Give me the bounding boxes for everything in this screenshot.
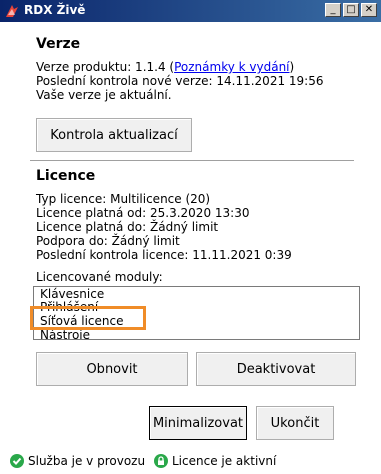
license-type: Typ licence: Multilicence (20) <box>36 192 211 206</box>
version-status: Vaše verze je aktuální. <box>36 88 172 102</box>
content-panel: Verze Verze produktu: 1.1.4 (Poznámky k … <box>0 22 381 474</box>
license-valid-from: Licence platná od: 25.3.2020 13:30 <box>36 206 250 220</box>
minimize-app-button[interactable]: Minimalizovat <box>149 406 247 440</box>
support-to: Podpora do: Žádný limit <box>36 234 180 248</box>
service-status: Služba je v provozu <box>10 454 145 468</box>
product-version-prefix: Verze produktu: 1.1.4 ( <box>36 60 175 74</box>
minimize-window-button[interactable]: _ <box>325 3 341 17</box>
license-heading: Licence <box>36 168 96 184</box>
check-updates-button[interactable]: Kontrola aktualizací <box>36 118 192 152</box>
product-version-suffix: ) <box>289 60 295 74</box>
product-version: Verze produktu: 1.1.4 (Poznámky k vydání… <box>36 60 294 74</box>
refresh-button[interactable]: Obnovit <box>36 352 188 386</box>
last-version-check: Poslední kontrola nové verze: 14.11.2021… <box>36 74 324 88</box>
highlight-box <box>30 306 146 330</box>
deactivate-button[interactable]: Deaktivovat <box>196 352 356 386</box>
title-bar[interactable]: RDX Živě _ □ ✕ <box>0 0 381 22</box>
version-heading: Verze <box>36 36 81 52</box>
maximize-window-button[interactable]: □ <box>343 3 359 17</box>
check-circle-icon <box>10 454 24 468</box>
exit-button[interactable]: Ukončit <box>256 406 334 440</box>
release-notes-link[interactable]: Poznámky k vydání <box>174 60 289 74</box>
rdx-logo-icon <box>6 5 18 17</box>
service-status-text: Služba je v provozu <box>28 454 146 468</box>
window-title: RDX Živě <box>24 3 86 17</box>
section-divider <box>30 160 354 162</box>
licensed-modules-label: Licencované moduly: <box>36 270 163 284</box>
window-controls: _ □ ✕ <box>325 3 377 17</box>
license-status-text: Licence je aktivní <box>172 454 277 468</box>
last-license-check: Poslední kontrola licence: 11.11.2021 0:… <box>36 248 292 262</box>
license-valid-to: Licence platná do: Žádný limit <box>36 220 219 234</box>
close-window-button[interactable]: ✕ <box>361 3 377 17</box>
license-status: Licence je aktivní <box>154 454 276 468</box>
lock-icon <box>154 454 168 468</box>
app-window: RDX Živě _ □ ✕ Verze Verze produktu: 1.1… <box>0 0 381 474</box>
list-item[interactable]: Klávesnice <box>40 287 104 301</box>
